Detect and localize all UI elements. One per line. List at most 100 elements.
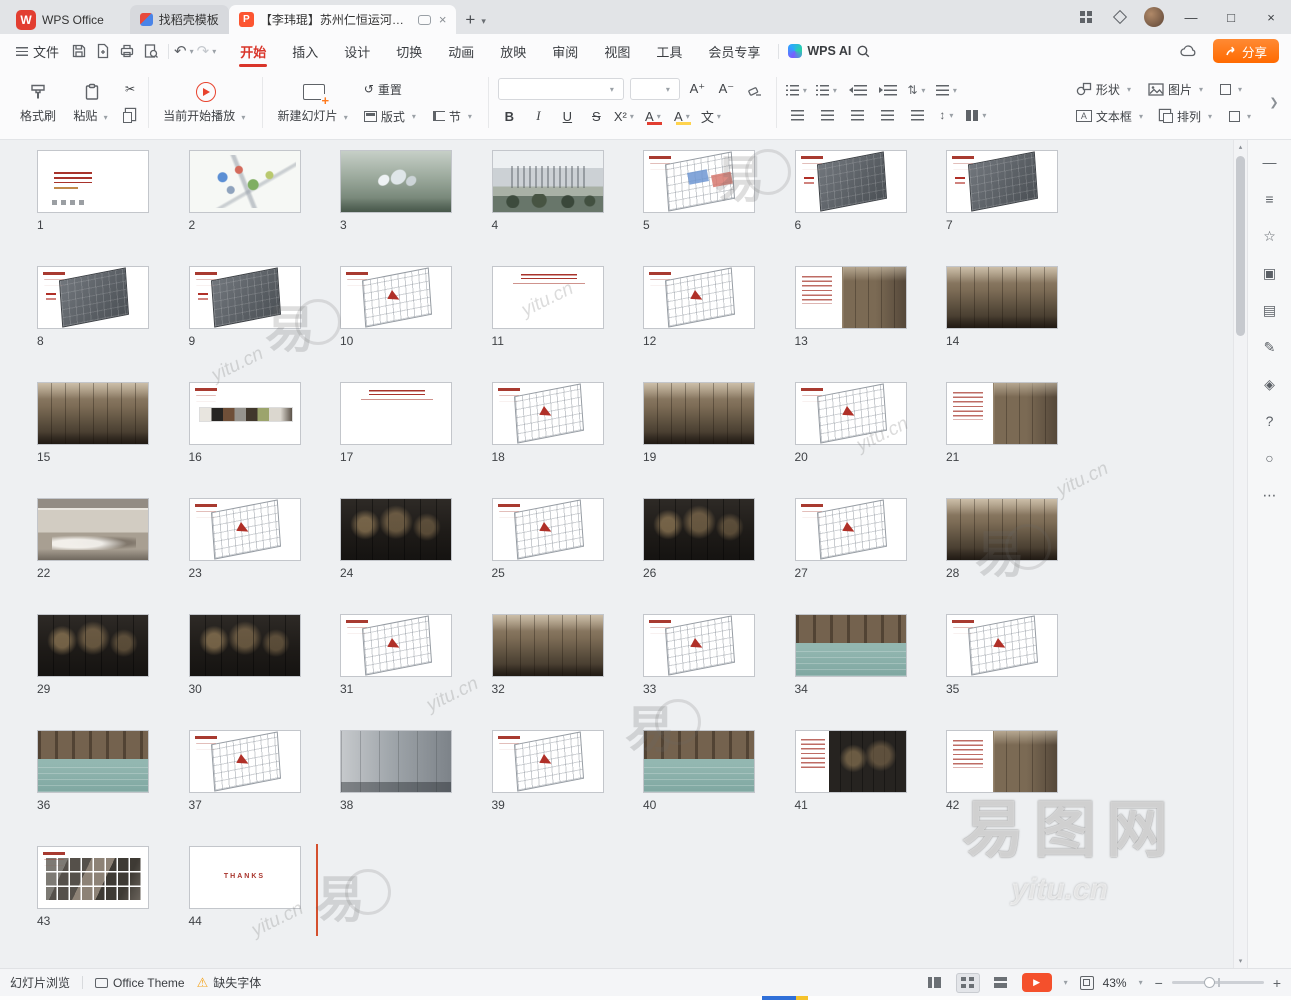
- print-preview-icon[interactable]: [139, 39, 163, 63]
- vertical-scrollbar[interactable]: ▴ ▾: [1233, 140, 1247, 968]
- slide-thumbnail[interactable]: [795, 730, 907, 793]
- slide-cell[interactable]: 8: [37, 266, 149, 382]
- help-icon[interactable]: ?: [1258, 409, 1282, 433]
- slide-thumbnail[interactable]: [340, 266, 452, 329]
- tab-presentation-active[interactable]: 【李玮琨】苏州仁恒运河售楼… ×: [229, 5, 457, 34]
- slide-sorter-view-button[interactable]: [956, 973, 980, 993]
- slide-cell[interactable]: 9: [189, 266, 301, 382]
- cloud-sync-icon[interactable]: [1177, 39, 1201, 63]
- slide-cell[interactable]: 21: [946, 382, 1058, 498]
- slide-thumbnail[interactable]: [189, 730, 301, 793]
- theme-button[interactable]: Office Theme: [95, 976, 185, 990]
- menu-tab[interactable]: 动画: [435, 34, 487, 68]
- export-pdf-icon[interactable]: [91, 39, 115, 63]
- proofing-icon[interactable]: ▤: [1258, 298, 1282, 322]
- settings-sliders-icon[interactable]: ≡: [1258, 187, 1282, 211]
- slide-cell[interactable]: 26: [643, 498, 755, 614]
- window-maximize-button[interactable]: □: [1211, 0, 1251, 34]
- slide-thumbnail[interactable]: [795, 498, 907, 561]
- highlight-color-button[interactable]: A▾: [672, 105, 695, 127]
- clear-format-button[interactable]: [744, 78, 767, 100]
- slide-cell[interactable]: 19: [643, 382, 755, 498]
- arrange-button[interactable]: 排列▾: [1156, 105, 1219, 127]
- slide-thumbnail[interactable]: [492, 730, 604, 793]
- slide-cell[interactable]: 20: [795, 382, 907, 498]
- slide-cell[interactable]: 34: [795, 614, 907, 730]
- copy-button[interactable]: [121, 105, 139, 127]
- slide-thumbnail[interactable]: [946, 498, 1058, 561]
- slide-thumbnail[interactable]: [946, 382, 1058, 445]
- comment-bubble-icon[interactable]: [418, 15, 431, 25]
- menu-tab[interactable]: 开始: [227, 34, 279, 68]
- slide-cell[interactable]: 22: [37, 498, 149, 614]
- slide-thumbnail[interactable]: [37, 614, 149, 677]
- save-icon[interactable]: [67, 39, 91, 63]
- justify-button[interactable]: [876, 105, 900, 125]
- slide-thumbnail[interactable]: [643, 614, 755, 677]
- zoom-out-button[interactable]: −: [1155, 975, 1163, 991]
- seal-icon[interactable]: ○: [1258, 446, 1282, 470]
- menu-tab[interactable]: 会员专享: [695, 34, 773, 68]
- beautify-button[interactable]: ▾: [1216, 78, 1249, 100]
- package-icon[interactable]: [1103, 0, 1137, 34]
- slide-cell[interactable]: 23: [189, 498, 301, 614]
- slide-thumbnail[interactable]: [946, 266, 1058, 329]
- slide-cell[interactable]: 29: [37, 614, 149, 730]
- slide-thumbnail[interactable]: [37, 730, 149, 793]
- tab-docer-template[interactable]: 找稻壳模板: [130, 5, 229, 34]
- menu-tab[interactable]: 放映: [487, 34, 539, 68]
- slide-thumbnail[interactable]: [189, 614, 301, 677]
- new-tab-button[interactable]: +: [465, 10, 475, 30]
- missing-fonts-warning[interactable]: ⚠缺失字体: [197, 974, 262, 991]
- bullet-list-button[interactable]: ▾: [786, 80, 810, 100]
- design-tools-button[interactable]: ▾: [1225, 105, 1258, 127]
- slide-cell[interactable]: 37: [189, 730, 301, 846]
- slide-cell[interactable]: 14: [946, 266, 1058, 382]
- slide-thumbnail[interactable]: [643, 498, 755, 561]
- numbered-list-button[interactable]: ▾: [816, 80, 840, 100]
- collapse-panel-icon[interactable]: —: [1258, 150, 1282, 174]
- increase-indent-button[interactable]: [876, 80, 900, 100]
- section-button[interactable]: 节▾: [429, 105, 479, 127]
- slide-cell[interactable]: 35: [946, 614, 1058, 730]
- print-icon[interactable]: [115, 39, 139, 63]
- tab-list-caret-icon[interactable]: ▾: [481, 16, 486, 27]
- favorites-star-icon[interactable]: ☆: [1258, 224, 1282, 248]
- slide-thumbnail[interactable]: [189, 266, 301, 329]
- slide-cell[interactable]: 6: [795, 150, 907, 266]
- italic-button[interactable]: I: [527, 105, 550, 127]
- font-color-button[interactable]: A▾: [643, 105, 666, 127]
- slide-thumbnail[interactable]: THANKS: [189, 846, 301, 909]
- layout-button[interactable]: 版式▾: [360, 105, 423, 127]
- slide-thumbnail[interactable]: [37, 150, 149, 213]
- annotate-pen-icon[interactable]: ✎: [1258, 335, 1282, 359]
- slide-cell[interactable]: 30: [189, 614, 301, 730]
- strikethrough-button[interactable]: S: [585, 105, 608, 127]
- increase-font-button[interactable]: A⁺: [686, 78, 709, 100]
- tab-close-icon[interactable]: ×: [439, 12, 447, 27]
- line-spacing-button[interactable]: ↕▾: [936, 105, 960, 125]
- align-center-button[interactable]: [816, 105, 840, 125]
- normal-view-button[interactable]: [923, 973, 947, 993]
- slide-thumbnail[interactable]: [340, 382, 452, 445]
- slide-thumbnail[interactable]: [492, 382, 604, 445]
- menu-tab[interactable]: 插入: [279, 34, 331, 68]
- slide-thumbnail[interactable]: [643, 730, 755, 793]
- slide-thumbnail[interactable]: [946, 614, 1058, 677]
- shapes-button[interactable]: 形状▾: [1072, 78, 1138, 100]
- scroll-down-arrow-icon[interactable]: ▾: [1234, 954, 1247, 968]
- slide-cell[interactable]: 27: [795, 498, 907, 614]
- menu-tab[interactable]: 切换: [383, 34, 435, 68]
- slide-thumbnail[interactable]: [189, 150, 301, 213]
- align-text-button[interactable]: ▾: [936, 80, 960, 100]
- scroll-up-arrow-icon[interactable]: ▴: [1234, 140, 1247, 154]
- zoom-level[interactable]: 43%: [1103, 976, 1127, 990]
- slide-cell[interactable]: 31: [340, 614, 452, 730]
- menu-tab[interactable]: 工具: [643, 34, 695, 68]
- slide-thumbnail[interactable]: [189, 498, 301, 561]
- slide-thumbnail[interactable]: [795, 266, 907, 329]
- text-effects-button[interactable]: 文▾: [701, 105, 724, 127]
- distribute-button[interactable]: [906, 105, 930, 125]
- slide-cell[interactable]: 7: [946, 150, 1058, 266]
- picture-button[interactable]: 图片▾: [1144, 78, 1210, 100]
